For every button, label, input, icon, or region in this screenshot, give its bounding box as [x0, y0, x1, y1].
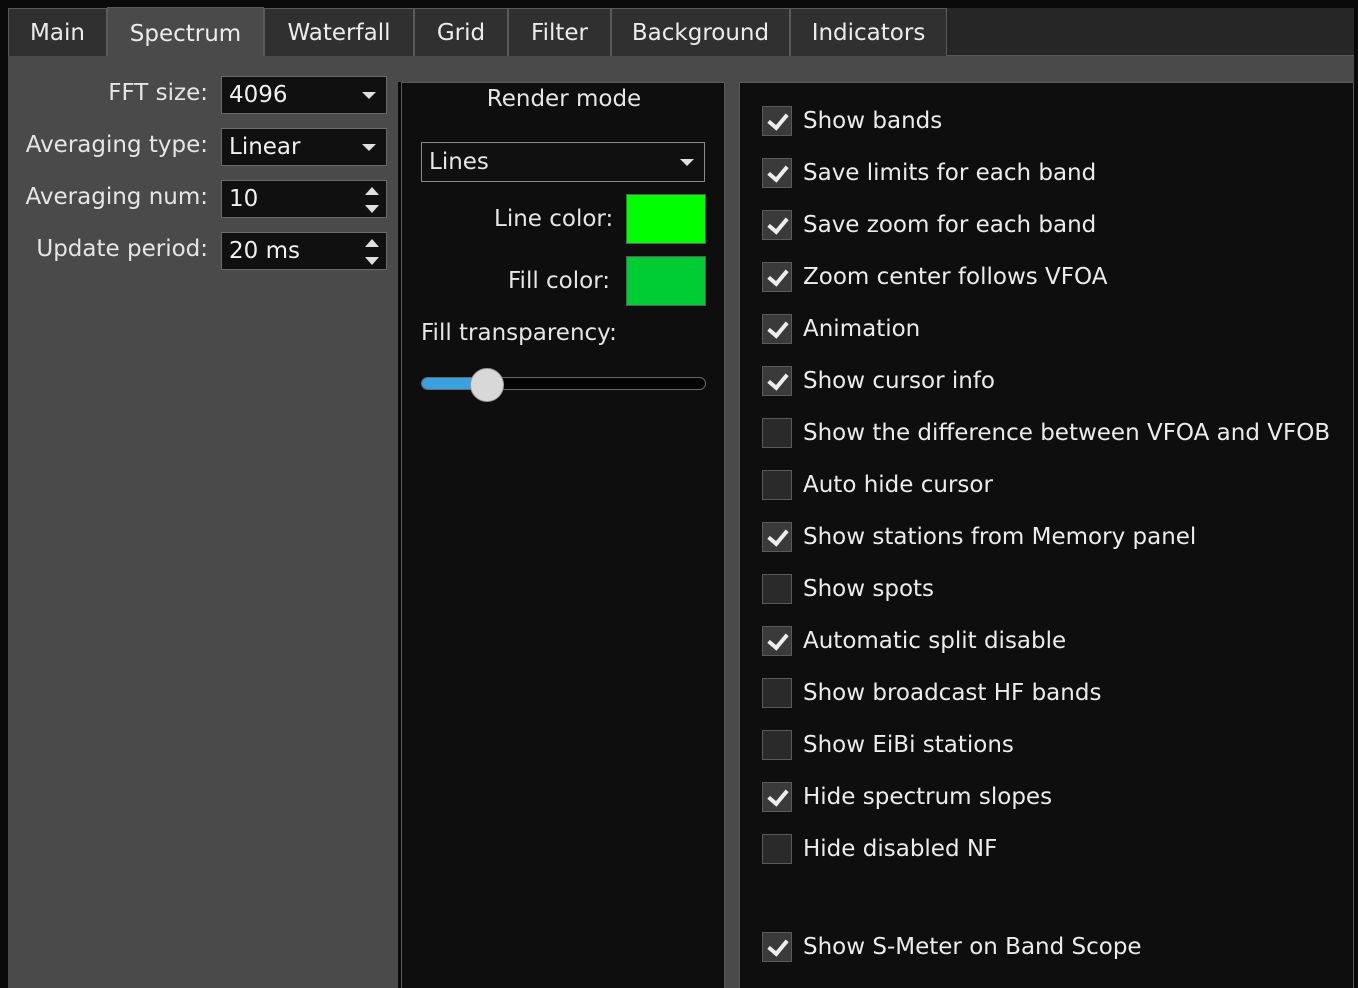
checkbox-label: Automatic split disable: [803, 628, 1067, 654]
tab-grid[interactable]: Grid: [414, 8, 508, 56]
fill-color-label: Fill color:: [508, 268, 611, 294]
update-period-label: Update period:: [36, 236, 208, 262]
checkbox-label: Show stations from Memory panel: [803, 524, 1197, 550]
averaging-num-spinbox[interactable]: 10: [221, 180, 387, 218]
checkbox-unchecked-icon[interactable]: [762, 418, 792, 448]
averaging-type-value: Linear: [229, 134, 301, 160]
tab-background[interactable]: Background: [611, 8, 790, 56]
checkbox-row[interactable]: Hide disabled NF: [762, 833, 997, 865]
checkbox-label: Show the difference between VFOA and VFO…: [803, 420, 1331, 446]
chevron-down-icon: [362, 144, 376, 151]
checkbox-checked-icon[interactable]: [762, 366, 792, 396]
panel-gap: [398, 56, 1354, 82]
fft-size-label: FFT size:: [108, 80, 208, 106]
checkbox-checked-icon[interactable]: [762, 932, 792, 962]
checkbox-row[interactable]: Show EiBi stations: [762, 729, 1014, 761]
checkbox-row[interactable]: Animation: [762, 313, 920, 345]
update-period-value: 20 ms: [229, 238, 300, 264]
averaging-num-label: Averaging num:: [25, 184, 208, 210]
checkbox-row[interactable]: Show cursor info: [762, 365, 995, 397]
checkbox-row[interactable]: Show the difference between VFOA and VFO…: [762, 417, 1330, 449]
checkbox-unchecked-icon[interactable]: [762, 470, 792, 500]
checkbox-row[interactable]: Auto hide cursor: [762, 469, 993, 501]
averaging-type-select[interactable]: Linear: [221, 128, 387, 166]
checkbox-label: Hide spectrum slopes: [803, 784, 1053, 810]
fft-size-select[interactable]: 4096: [221, 76, 387, 114]
chevron-down-icon: [680, 159, 694, 166]
fill-transparency-label: Fill transparency:: [421, 320, 617, 346]
render-mode-select[interactable]: Lines: [421, 142, 705, 182]
checkbox-label: Show S-Meter on Band Scope: [803, 934, 1142, 960]
checkbox-checked-icon[interactable]: [762, 106, 792, 136]
render-mode-value: Lines: [429, 149, 489, 175]
checkbox-checked-icon[interactable]: [762, 158, 792, 188]
checkbox-label: Show spots: [803, 576, 935, 602]
update-period-spinbox[interactable]: 20 ms: [221, 232, 387, 270]
window-edge: [0, 0, 8, 988]
checkbox-unchecked-icon[interactable]: [762, 730, 792, 760]
tab-main[interactable]: Main: [8, 8, 107, 56]
checkbox-label: Zoom center follows VFOA: [803, 264, 1108, 290]
tab-spectrum[interactable]: Spectrum: [107, 7, 264, 57]
checkbox-row[interactable]: Show S-Meter on Band Scope: [762, 931, 1142, 963]
tab-indicators[interactable]: Indicators: [790, 8, 947, 56]
checkbox-checked-icon[interactable]: [762, 522, 792, 552]
checkbox-label: Save zoom for each band: [803, 212, 1097, 238]
checkbox-label: Hide disabled NF: [803, 836, 998, 862]
chevron-down-icon: [362, 92, 376, 99]
checkbox-unchecked-icon[interactable]: [762, 574, 792, 604]
render-mode-title: Render mode: [486, 86, 642, 112]
checkbox-checked-icon[interactable]: [762, 210, 792, 240]
tab-bar: Main Spectrum Waterfall Grid Filter Back…: [8, 7, 1354, 57]
tab-filter[interactable]: Filter: [508, 8, 611, 56]
line-color-swatch[interactable]: [626, 194, 706, 244]
fill-color-swatch[interactable]: [626, 256, 706, 306]
checkbox-row[interactable]: Zoom center follows VFOA: [762, 261, 1107, 293]
checkbox-row[interactable]: Show spots: [762, 573, 934, 605]
checkbox-checked-icon[interactable]: [762, 782, 792, 812]
checkbox-unchecked-icon[interactable]: [762, 834, 792, 864]
checkbox-label: Auto hide cursor: [803, 472, 993, 498]
checkbox-label: Show broadcast HF bands: [803, 680, 1102, 706]
fft-size-value: 4096: [229, 82, 288, 108]
checkbox-row[interactable]: Save limits for each band: [762, 157, 1096, 189]
checkbox-row[interactable]: Show stations from Memory panel: [762, 521, 1196, 553]
averaging-type-label: Averaging type:: [25, 132, 208, 158]
checkbox-row[interactable]: Save zoom for each band: [762, 209, 1096, 241]
checkbox-row[interactable]: Hide spectrum slopes: [762, 781, 1052, 813]
checkbox-label: Show EiBi stations: [803, 732, 1014, 758]
checkbox-checked-icon[interactable]: [762, 262, 792, 292]
checkbox-row[interactable]: Show broadcast HF bands: [762, 677, 1101, 709]
checkbox-row[interactable]: Automatic split disable: [762, 625, 1066, 657]
checkbox-label: Save limits for each band: [803, 160, 1097, 186]
checkbox-unchecked-icon[interactable]: [762, 678, 792, 708]
slider-handle[interactable]: [470, 368, 505, 402]
checkbox-checked-icon[interactable]: [762, 314, 792, 344]
checkbox-label: Show cursor info: [803, 368, 996, 394]
averaging-num-value: 10: [229, 186, 259, 212]
panel-gap: [725, 56, 739, 988]
checkbox-label: Show bands: [803, 108, 943, 134]
line-color-label: Line color:: [494, 206, 614, 232]
checkbox-row[interactable]: Show bands: [762, 105, 942, 137]
spin-arrows-icon[interactable]: [364, 237, 380, 267]
checkbox-checked-icon[interactable]: [762, 626, 792, 656]
tab-waterfall[interactable]: Waterfall: [264, 8, 414, 56]
spin-arrows-icon[interactable]: [364, 185, 380, 215]
checkbox-label: Animation: [803, 316, 921, 342]
